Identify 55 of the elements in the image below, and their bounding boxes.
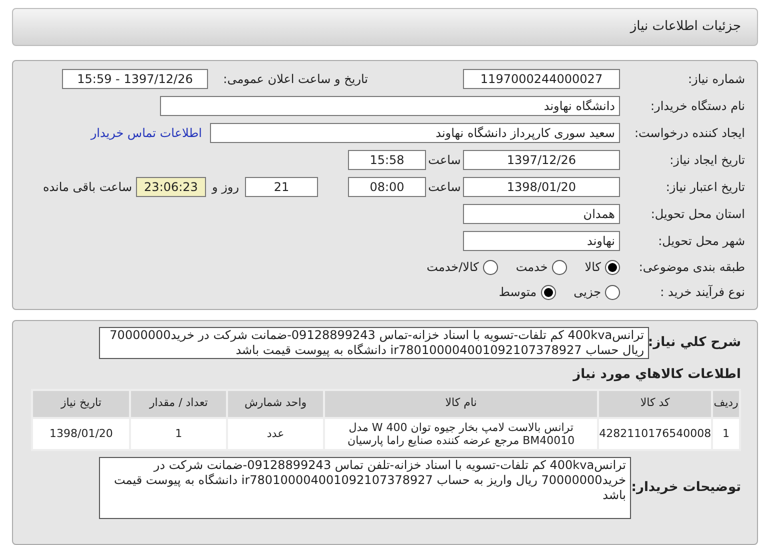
value-field: همدان — [463, 204, 620, 224]
section-label: شرح کلي نياز: — [649, 334, 741, 352]
field-label: طبقه بندی موضوعی: — [638, 259, 745, 276]
value-field: 21 — [245, 177, 318, 197]
section-label: توضیحات خریدار: — [631, 478, 741, 497]
page-title: جزئیات اطلاعات نیاز — [630, 18, 741, 36]
field-label: تاریخ اعتبار نیاز: — [664, 179, 745, 196]
value-field: 1197000244000027 — [463, 69, 620, 89]
column-header: نام کالا — [324, 390, 598, 418]
field-label: شهر محل تحویل: — [657, 233, 745, 250]
value-field: سعید سوری کارپرداز دانشگاه نهاوند — [210, 123, 620, 143]
column-header: ردیف — [712, 390, 740, 418]
field-label: نام دستگاه خریدار: — [650, 98, 745, 115]
value-field: دانشگاه نهاوند — [160, 96, 620, 116]
radio-button[interactable] — [605, 284, 620, 300]
value-field: نهاوند — [463, 231, 620, 251]
field-label: تاریخ ایجاد نیاز: — [668, 152, 745, 169]
radio-button[interactable] — [482, 260, 498, 274]
column-header: تعداد / مقدار — [130, 390, 227, 418]
buyer-notes-text: ترانس400kva کم تلفات-تسویه با اسناد خزانه-تلفن تماس 09128899243-ضمانت شرکت در خرید70000000 ریال واریز به حساب ir780100004001092107378927 دانشگاه به پیوست قیمت باشد — [99, 456, 631, 518]
field-label: استان محل تحویل: — [650, 206, 745, 223]
value-field: 1397/12/26 - 15:59 — [62, 69, 208, 89]
column-header: واحد شمارش — [226, 390, 324, 418]
value-field: 23:06:23 — [136, 177, 206, 197]
field-label: روز و — [212, 179, 239, 196]
field-label: ساعت باقی مانده — [42, 179, 132, 196]
field-label: ایجاد کننده درخواست: — [633, 125, 745, 142]
table-cell: ترانس بالاست لامپ بخار جیوه توان W 400 مدل BM40010 مرجع عرضه کننده صنایع راما پارسیان — [324, 418, 598, 450]
column-header: کد کالا — [598, 390, 712, 418]
value-field: 08:00 — [348, 177, 426, 197]
field-label: ساعت — [427, 179, 462, 196]
radio-label: کالا/خدمت — [426, 259, 479, 276]
radio-label: کالا — [584, 259, 601, 276]
radio-label: متوسط — [498, 284, 537, 301]
table-cell: 1 — [130, 418, 227, 450]
radio-button[interactable] — [552, 260, 567, 274]
table-cell: 1398/01/20 — [32, 418, 130, 450]
radio-button[interactable] — [540, 284, 556, 300]
table-cell: 4282110176540008 — [598, 418, 712, 450]
value-field: 15:58 — [348, 150, 426, 170]
radio-button[interactable] — [605, 260, 620, 274]
field-label: تاریخ و ساعت اعلان عمومی: — [222, 71, 368, 88]
value-field: 1398/01/20 — [463, 177, 620, 197]
table-cell: عدد — [226, 418, 324, 450]
section-title: اطلاعات کالاهاي مورد نياز — [572, 366, 741, 384]
field-label: نوع فرآیند خرید : — [659, 284, 745, 301]
column-header: تاریخ نیاز — [32, 390, 130, 418]
radio-label: جزیی — [574, 284, 601, 301]
value-field: 1397/12/26 — [463, 150, 620, 170]
description-text: ترانس400kva کم تلفات-تسویه با اسناد خزانه-تماس 09128899243-ضمانت شرکت در خرید70000000 ریال حساب ir780100004001092107378927 دانشگاه به پیوست قیمت باشد — [99, 327, 649, 359]
field-label: ساعت — [427, 152, 462, 169]
field-label: شماره نیاز: — [687, 71, 745, 88]
radio-label: خدمت — [516, 259, 548, 276]
contact-link[interactable]: اطلاعات تماس خریدار — [90, 124, 202, 142]
table-cell: 1 — [712, 418, 740, 450]
